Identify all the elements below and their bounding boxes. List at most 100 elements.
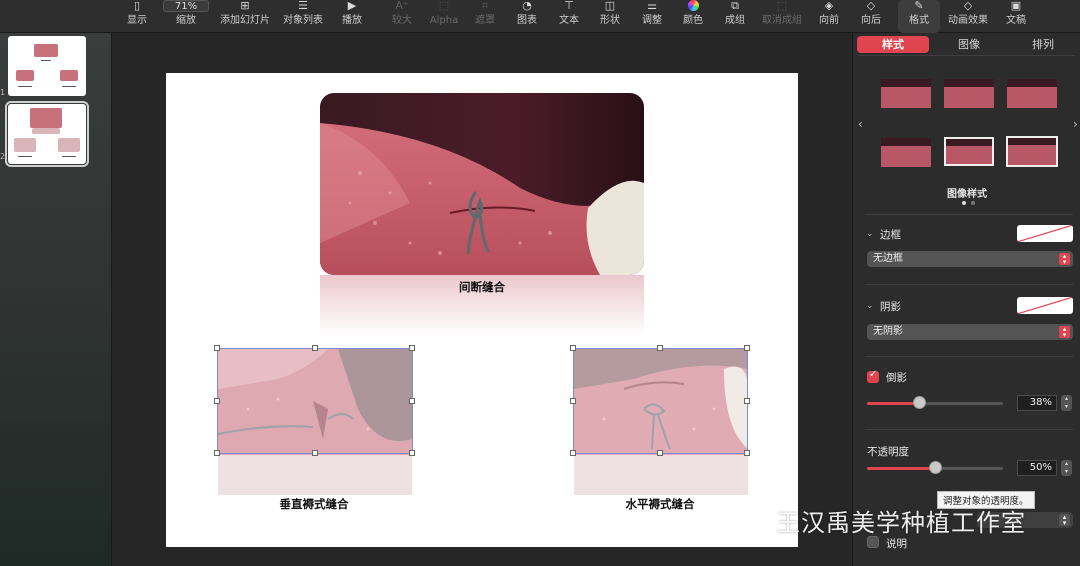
color-button[interactable]: 颜色 (677, 0, 709, 33)
caption-left[interactable]: 垂直褥式缝合 (254, 496, 374, 512)
resize-handle[interactable] (214, 345, 220, 351)
mask-button[interactable]: ⌗ 遮罩 (470, 0, 500, 33)
border-title: 边框 (880, 229, 901, 241)
reflection-checkbox[interactable]: ✓ (867, 369, 879, 383)
ungroup-button[interactable]: ⬚ 取消成组 (758, 0, 806, 33)
reflection-slider-fill (867, 402, 919, 405)
text-button[interactable]: ⊤ 文本 (553, 0, 585, 33)
text-icon: ⊤ (564, 0, 574, 12)
resize-handle[interactable] (570, 345, 576, 351)
image-style-2[interactable] (944, 79, 994, 108)
watermark-text: 王汉禹美学种植工作室 (776, 509, 1026, 537)
popup-arrows-icon: ▴ ▾ (1059, 326, 1070, 339)
shadow-color-well[interactable] (1017, 297, 1073, 314)
resize-handle[interactable] (570, 398, 576, 404)
resize-handle[interactable] (409, 450, 415, 456)
chevron-left-icon[interactable]: ‹ (858, 117, 863, 131)
shadow-style-popup[interactable]: 无阴影 ▴ ▾ (867, 324, 1073, 340)
reflection-title: 倒影 (886, 372, 907, 384)
toolbar: ▯ 显示 71% 缩放 ⊞ 添加幻灯片 ☰ 对象列表 ▶ 播放 A⁺ 较大 ⬚ … (0, 0, 1080, 33)
resize-handle[interactable] (409, 398, 415, 404)
alpha-button[interactable]: ⬚ Alpha (426, 0, 462, 33)
group-button[interactable]: ⧉ 成组 (719, 0, 751, 33)
play-icon: ▶ (347, 0, 357, 12)
resize-handle[interactable] (409, 345, 415, 351)
format-button[interactable]: ✎ 格式 (898, 0, 940, 33)
resize-handle[interactable] (214, 450, 220, 456)
adjust-button[interactable]: ⚌ 调整 (636, 0, 668, 33)
chevron-down-icon[interactable]: ⌄ (866, 229, 874, 239)
slide-navigator: 1 2 (0, 33, 112, 566)
resize-handle[interactable] (744, 345, 750, 351)
bring-forward-icon: ◈ (824, 0, 834, 12)
mask-icon: ⌗ (481, 0, 489, 12)
resize-handle[interactable] (657, 345, 663, 351)
resize-handle[interactable] (744, 450, 750, 456)
slide-number: 2 (0, 152, 6, 161)
zoom-button[interactable]: 71% 缩放 (160, 0, 212, 33)
format-brush-icon: ✎ (914, 0, 924, 12)
caption-right[interactable]: 水平褥式缝合 (600, 496, 720, 512)
slide[interactable]: 间断缝合 垂直褥式缝合 水平褥式缝合 (166, 73, 798, 547)
add-slide-icon: ⊞ (240, 0, 250, 12)
border-style-popup[interactable]: 无边框 ▴ ▾ (867, 251, 1073, 267)
resize-handle[interactable] (312, 345, 318, 351)
popup-arrows-icon: ▴ ▾ (1059, 514, 1070, 527)
chevron-down-icon[interactable]: ⌄ (866, 301, 874, 311)
selection-box (217, 348, 413, 454)
send-backward-icon: ◇ (866, 0, 876, 12)
image-style-1[interactable] (881, 79, 931, 108)
reflection-stepper[interactable]: ▴ ▾ (1061, 395, 1072, 411)
opacity-value[interactable]: 50% (1017, 460, 1057, 476)
opacity-stepper[interactable]: ▴ ▾ (1061, 460, 1072, 476)
animate-icon: ◇ (963, 0, 973, 12)
caption-top[interactable]: 间断缝合 (422, 279, 542, 295)
view-button[interactable]: ▯ 显示 (120, 0, 154, 33)
zoom-value[interactable]: 71% (163, 0, 209, 12)
image-style-5[interactable] (944, 137, 994, 166)
opacity-slider-knob[interactable] (929, 461, 942, 474)
slide-canvas: 间断缝合 垂直褥式缝合 水平褥式缝合 (112, 33, 852, 566)
reflection-value[interactable]: 38% (1017, 395, 1057, 411)
document-button[interactable]: ▣ 文稿 (1000, 0, 1032, 33)
animate-button[interactable]: ◇ 动画效果 (945, 0, 991, 33)
photo-reflection (218, 455, 412, 495)
play-button[interactable]: ▶ 播放 (336, 0, 368, 33)
reflection-slider-knob[interactable] (912, 396, 926, 409)
bring-forward-button[interactable]: ◈ 向前 (813, 0, 845, 33)
photo-interrupted-suture[interactable] (320, 93, 644, 275)
slide-thumbnail-1[interactable] (8, 36, 86, 96)
slide-thumbnail-2[interactable] (5, 101, 89, 167)
font-larger-button[interactable]: A⁺ 较大 (386, 0, 418, 33)
chevron-right-icon[interactable]: › (1073, 117, 1078, 131)
keynote-window: ▯ 显示 71% 缩放 ⊞ 添加幻灯片 ☰ 对象列表 ▶ 播放 A⁺ 较大 ⬚ … (0, 0, 1080, 566)
tab-arrange[interactable]: 排列 (1009, 36, 1077, 53)
tab-image[interactable]: 图像 (935, 36, 1003, 53)
object-list-button[interactable]: ☰ 对象列表 (280, 0, 326, 33)
shape-button[interactable]: ◫ 形状 (594, 0, 626, 33)
checkmark-icon: ✓ (869, 369, 878, 380)
document-icon: ▣ (1010, 0, 1022, 12)
resize-handle[interactable] (312, 450, 318, 456)
chart-button[interactable]: ◔ 图表 (511, 0, 543, 33)
chart-icon: ◔ (522, 0, 532, 12)
resize-handle[interactable] (657, 450, 663, 456)
list-icon: ☰ (298, 0, 308, 12)
shape-icon: ◫ (604, 0, 616, 12)
resize-handle[interactable] (744, 398, 750, 404)
tab-style[interactable]: 样式 (857, 36, 929, 53)
image-style-6[interactable] (1006, 136, 1058, 167)
alpha-icon: ⬚ (438, 0, 450, 12)
font-larger-icon: A⁺ (395, 0, 409, 12)
send-backward-button[interactable]: ◇ 向后 (855, 0, 887, 33)
resize-handle[interactable] (214, 398, 220, 404)
format-inspector: 样式 图像 排列 ‹ › 图像样式 ⌄ 边框 无边框 ▴ ▾ ⌄ 阴影 无阴影 ▴… (852, 33, 1080, 566)
image-style-3[interactable] (1007, 79, 1057, 108)
resize-handle[interactable] (570, 450, 576, 456)
add-slide-button[interactable]: ⊞ 添加幻灯片 (217, 0, 273, 33)
popup-arrows-icon: ▴ ▾ (1059, 253, 1070, 266)
image-style-4[interactable] (881, 138, 931, 167)
opacity-slider-fill (867, 467, 935, 470)
border-color-well[interactable] (1017, 225, 1073, 242)
caption-title: 说明 (886, 538, 907, 550)
